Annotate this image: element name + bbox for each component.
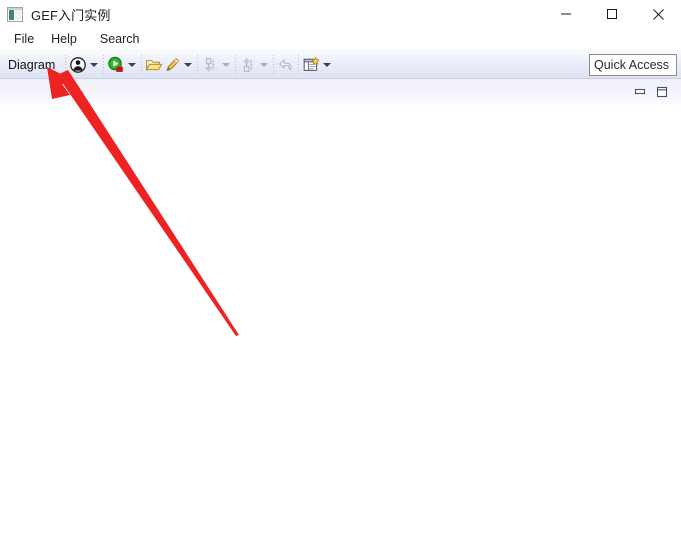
application-window-icon: [7, 6, 23, 22]
run-dropdown-arrow-icon[interactable]: [125, 56, 138, 74]
open-folder-icon: [145, 56, 163, 74]
close-icon: [652, 8, 664, 20]
minimize-view-button[interactable]: [629, 82, 651, 102]
new-perspective-dropdown-arrow-icon[interactable]: [320, 56, 333, 74]
debug-dropdown-arrow-icon[interactable]: [87, 56, 100, 74]
maximize-view-button[interactable]: [651, 82, 673, 102]
step-return-up-arrow-icon: [239, 56, 257, 74]
toolbar-separator: [235, 55, 237, 74]
toolbar-item-debug[interactable]: [69, 53, 100, 77]
toolbar-separator: [273, 55, 275, 74]
toolbar: Diagram: [0, 50, 681, 79]
title-bar: GEF入门实例: [0, 0, 681, 28]
back-undo-arrow-icon: [277, 56, 295, 74]
toolbar-separator: [103, 55, 105, 74]
maximize-icon: [607, 9, 617, 19]
toolbar-item-run[interactable]: [107, 53, 138, 77]
application-window: GEF入门实例 File Help Search Diagram Quick A…: [0, 0, 681, 539]
toolbar-item-new-perspective[interactable]: [302, 53, 333, 77]
step-return-dropdown-arrow-icon[interactable]: [257, 56, 270, 74]
diagram-editor-canvas[interactable]: [0, 105, 681, 539]
toolbar-separator: [197, 55, 199, 74]
minimize-button[interactable]: [543, 0, 589, 28]
external-tools-pen-icon: [163, 56, 181, 74]
window-controls: [543, 0, 681, 28]
step-into-down-arrow-icon: [201, 56, 219, 74]
close-button[interactable]: [635, 0, 681, 28]
toolbar-item-external-tools[interactable]: [163, 53, 194, 77]
run-green-play-icon: [107, 56, 125, 74]
toolbar-separator: [65, 55, 67, 74]
step-into-dropdown-arrow-icon[interactable]: [219, 56, 232, 74]
new-perspective-window-icon: [302, 56, 320, 74]
quick-access-input[interactable]: [589, 54, 677, 76]
toolbar-item-open-resource[interactable]: [145, 53, 163, 77]
menu-item-help[interactable]: Help: [43, 30, 86, 48]
toolbar-item-back[interactable]: [277, 53, 295, 77]
menu-item-search[interactable]: Search: [92, 30, 149, 48]
toolbar-separator: [141, 55, 143, 74]
maximize-view-icon: [656, 86, 668, 98]
perspective-label-diagram[interactable]: Diagram: [2, 58, 62, 72]
menu-item-file[interactable]: File: [6, 30, 43, 48]
debug-person-icon: [69, 56, 87, 74]
minimize-icon: [561, 13, 571, 15]
maximize-button[interactable]: [589, 0, 635, 28]
window-title: GEF入门实例: [31, 7, 111, 23]
toolbar-item-step-return[interactable]: [239, 53, 270, 77]
minimize-view-icon: [634, 88, 646, 95]
toolbar-item-step-into[interactable]: [201, 53, 232, 77]
toolbar-separator: [298, 55, 300, 74]
external-tools-dropdown-arrow-icon[interactable]: [181, 56, 194, 74]
view-toolbar-band: [0, 79, 681, 105]
menu-bar: File Help Search: [0, 28, 681, 50]
